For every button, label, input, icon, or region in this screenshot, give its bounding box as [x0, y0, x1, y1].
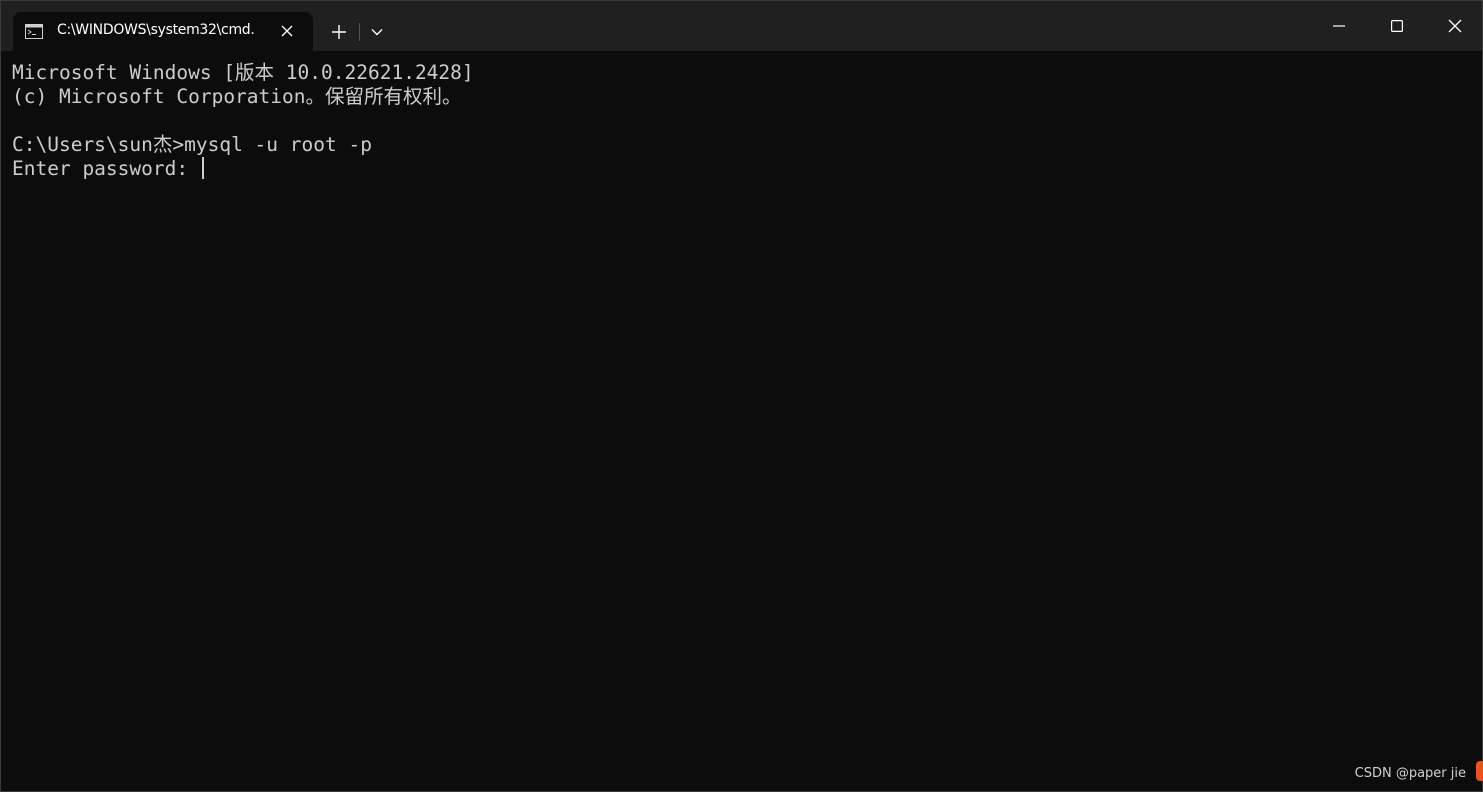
chevron-down-icon [371, 29, 383, 36]
plus-icon [332, 25, 346, 39]
password-prompt: Enter password: [12, 157, 200, 180]
text-cursor [201, 157, 204, 179]
new-tab-button[interactable] [321, 17, 357, 47]
tab-cmd[interactable]: C:\WINDOWS\system32\cmd. [13, 12, 313, 51]
csdn-logo-icon [1476, 761, 1483, 781]
tab-close-button[interactable] [275, 19, 299, 43]
password-prompt-line[interactable]: Enter password: [12, 157, 1472, 181]
terminal-window: C:\WINDOWS\system32\cmd. Microsoft Windo… [0, 0, 1483, 792]
minimize-icon [1333, 25, 1345, 27]
terminal-line: (c) Microsoft Corporation。保留所有权利。 [12, 85, 462, 108]
cmd-terminal-icon [25, 24, 43, 39]
close-icon [1448, 19, 1462, 33]
close-icon [281, 25, 293, 37]
terminal-line: C:\Users\sun杰>mysql -u root -p [12, 133, 372, 156]
tab-dropdown-button[interactable] [361, 17, 393, 47]
watermark: CSDN @paper jie [1354, 766, 1466, 781]
tab-separator [359, 23, 360, 41]
window-close-button[interactable] [1426, 1, 1483, 51]
tab-title: C:\WINDOWS\system32\cmd. [57, 22, 255, 38]
minimize-button[interactable] [1310, 1, 1368, 51]
maximize-button[interactable] [1368, 1, 1426, 51]
maximize-icon [1391, 20, 1403, 32]
terminal-output[interactable]: Microsoft Windows [版本 10.0.22621.2428] (… [12, 61, 1472, 761]
terminal-line: Microsoft Windows [版本 10.0.22621.2428] [12, 61, 474, 84]
title-bar[interactable]: C:\WINDOWS\system32\cmd. [1, 1, 1482, 51]
